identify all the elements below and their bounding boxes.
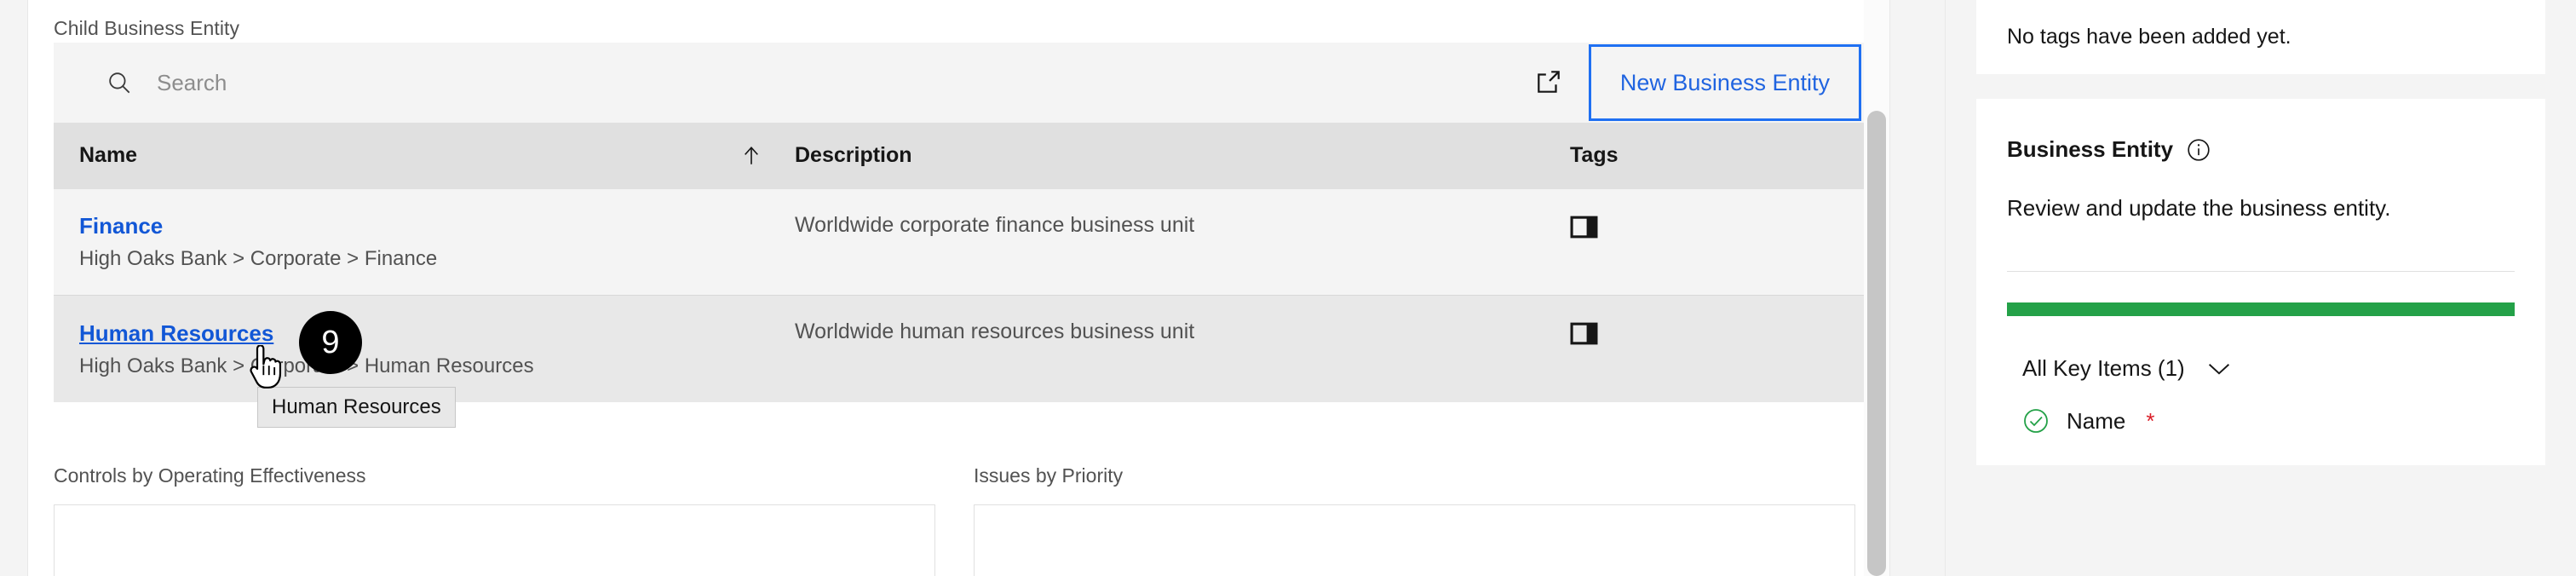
right-side-panel: No tags have been added yet. Business En… [1946, 0, 2576, 576]
business-entity-card: Business Entity Review and update the bu… [1976, 99, 2545, 465]
key-item-label: Name [2067, 408, 2125, 435]
column-header-name[interactable]: Name [54, 123, 795, 188]
progress-track [2007, 302, 2515, 316]
cell-tags [1561, 296, 1864, 402]
check-circle-icon [2022, 407, 2050, 435]
description-text: Worldwide corporate finance business uni… [795, 213, 1561, 238]
entity-breadcrumb-path: High Oaks Bank > Corporate > Finance [79, 247, 795, 271]
table-toolbar: New Business Entity [54, 43, 1864, 123]
business-entity-title-row: Business Entity [2007, 136, 2515, 163]
card-gap [1946, 74, 2576, 99]
panel-right-icon[interactable] [1570, 213, 1598, 241]
chart-body: No data available [54, 504, 935, 576]
search-icon [105, 68, 134, 97]
screen-root: Child Business Entity [0, 0, 2576, 576]
cell-description: Worldwide corporate finance business uni… [795, 189, 1561, 295]
progress-bar [2007, 302, 2515, 316]
description-text: Worldwide human resources business unit [795, 320, 1561, 344]
divider [2007, 271, 2515, 272]
all-key-items-accordion[interactable]: All Key Items (1) [2007, 355, 2515, 382]
panel-right-icon[interactable] [1570, 320, 1598, 348]
step-badge: 9 [299, 311, 362, 374]
main-content-pane: Child Business Entity [28, 0, 1864, 576]
chart-title: Controls by Operating Effectiveness [54, 464, 935, 487]
business-entity-title: Business Entity [2007, 136, 2173, 163]
column-header-description-label: Description [795, 143, 912, 168]
search-field-wrapper[interactable] [54, 68, 1509, 97]
pointer-hand-cursor [248, 345, 285, 389]
column-header-tags-label: Tags [1570, 143, 1619, 168]
info-icon[interactable] [2187, 138, 2211, 162]
pane-divider [1889, 0, 1946, 576]
chart-title: Issues by Priority [974, 464, 1855, 487]
entity-link-human-resources[interactable]: Human Resources [79, 320, 273, 347]
cell-description: Worldwide human resources business unit [795, 296, 1561, 402]
cell-name: Finance High Oaks Bank > Corporate > Fin… [54, 189, 795, 295]
chart-body: No data available [974, 504, 1855, 576]
search-input[interactable] [157, 70, 1509, 96]
arrow-up-icon [740, 145, 762, 167]
left-gutter [0, 0, 28, 576]
external-link-icon [1534, 67, 1563, 99]
all-key-items-label: All Key Items (1) [2022, 355, 2185, 382]
chevron-down-icon [2207, 361, 2231, 377]
vertical-scrollbar-thumb[interactable] [1867, 111, 1886, 576]
business-entity-subtitle: Review and update the business entity. [2007, 195, 2515, 222]
section-label: Child Business Entity [54, 17, 239, 40]
entity-breadcrumb-path: High Oaks Bank > Corporate > Human Resou… [79, 354, 795, 378]
column-header-tags[interactable]: Tags [1561, 123, 1864, 188]
cell-tags [1561, 189, 1864, 295]
table-header-row: Name Description Tags [54, 123, 1864, 189]
entity-link-finance[interactable]: Finance [79, 213, 163, 239]
required-marker: * [2146, 408, 2154, 435]
column-header-name-label: Name [79, 143, 137, 168]
charts-row: Controls by Operating Effectiveness No d… [54, 464, 1864, 576]
chart-issues-by-priority: Issues by Priority No data available [974, 464, 1855, 576]
key-item-row[interactable]: Name * [2007, 407, 2515, 435]
tags-empty-message: No tags have been added yet. [2007, 25, 2291, 49]
chart-controls-by-operating-effectiveness: Controls by Operating Effectiveness No d… [54, 464, 935, 576]
new-business-entity-button[interactable]: New Business Entity [1589, 44, 1861, 121]
hover-tooltip: Human Resources [257, 387, 456, 428]
table-row[interactable]: Finance High Oaks Bank > Corporate > Fin… [54, 189, 1864, 296]
open-external-button[interactable] [1509, 43, 1589, 123]
tags-card: No tags have been added yet. [1976, 0, 2545, 74]
column-header-description[interactable]: Description [795, 123, 1561, 188]
